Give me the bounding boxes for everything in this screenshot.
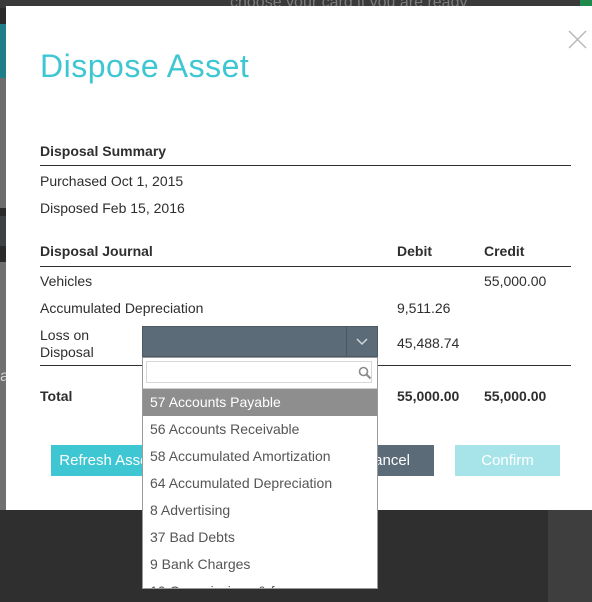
disposal-summary-heading: Disposal Summary: [40, 143, 167, 159]
journal-row-debit: 9,511.26: [397, 300, 451, 316]
total-label: Total: [40, 388, 73, 404]
purchased-date: Purchased Oct 1, 2015: [40, 173, 184, 189]
journal-row-account: Loss on: [40, 327, 90, 343]
debit-column-header: Debit: [397, 243, 432, 259]
dropdown-option[interactable]: 56 Accounts Receivable: [143, 416, 377, 443]
modal-title: Dispose Asset: [40, 48, 250, 84]
journal-row-credit: 55,000.00: [484, 273, 547, 289]
dropdown-option[interactable]: 10 Commissions & fees: [143, 578, 377, 588]
disposal-journal-heading: Disposal Journal: [40, 243, 153, 259]
journal-row-account: Accumulated Depreciation: [40, 300, 204, 316]
dropdown-search: [143, 358, 377, 389]
divider: [40, 266, 571, 267]
close-icon[interactable]: [565, 26, 592, 56]
dropdown-option[interactable]: 37 Bad Debts: [143, 524, 377, 551]
total-debit: 55,000.00: [397, 388, 460, 404]
confirm-button[interactable]: Confirm: [455, 445, 560, 476]
chevron-down-icon[interactable]: [346, 327, 377, 356]
background-panel: [548, 510, 592, 602]
account-dropdown: 57 Accounts Payable 56 Accounts Receivab…: [142, 357, 378, 589]
dropdown-option[interactable]: 64 Accumulated Depreciation: [143, 470, 377, 497]
total-credit: 55,000.00: [484, 388, 547, 404]
search-icon: [358, 366, 372, 380]
dropdown-option[interactable]: 57 Accounts Payable: [143, 389, 377, 416]
journal-row-account: Vehicles: [40, 273, 93, 289]
credit-column-header: Credit: [484, 243, 525, 259]
account-select[interactable]: [142, 326, 378, 357]
divider: [40, 165, 571, 166]
dropdown-option[interactable]: 9 Bank Charges: [143, 551, 377, 578]
account-search-input[interactable]: [146, 361, 372, 383]
journal-row-account: Disposal: [40, 344, 94, 360]
dropdown-option[interactable]: 58 Accumulated Amortization: [143, 443, 377, 470]
journal-row-debit: 45,488.74: [397, 335, 460, 351]
dropdown-option[interactable]: 8 Advertising: [143, 497, 377, 524]
disposed-date: Disposed Feb 15, 2016: [40, 200, 185, 216]
